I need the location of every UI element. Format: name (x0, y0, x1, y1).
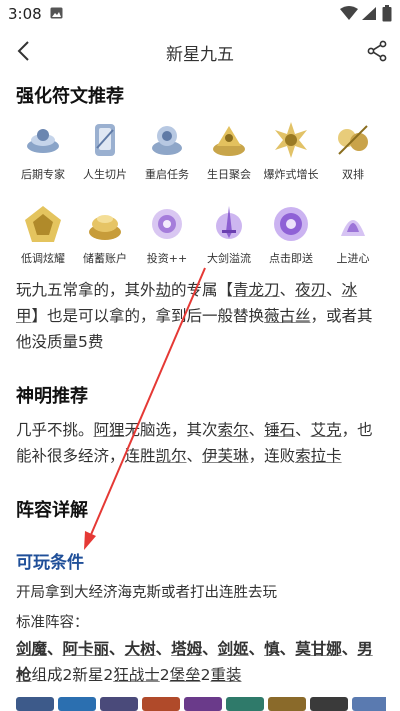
rune-item[interactable]: 爆炸式增长 (260, 118, 322, 182)
section-title-lineup: 阵容详解 (16, 500, 88, 521)
rune-label: 点击即送 (269, 252, 313, 265)
section-title-gods: 神明推荐 (16, 386, 88, 407)
duo-queue-icon (338, 125, 368, 155)
god-link[interactable]: 阿狸 (94, 421, 125, 439)
rune-item[interactable]: 人生切片 (74, 118, 136, 182)
standard-lineup-label: 标准阵容： (16, 615, 89, 631)
app-bar: 新星九五 (0, 28, 400, 74)
champion-thumbnail[interactable] (16, 697, 54, 711)
rune-label: 人生切片 (83, 168, 127, 181)
gods-recommendation-text: 几乎不挑。阿狸无脑选，其次索尔、锤石、艾克，也能补很多经济，连胜凯尔、伊芙琳，连… (16, 421, 373, 465)
birthday-party-icon (213, 126, 245, 156)
god-link[interactable]: 索尔 (218, 421, 249, 439)
ambition-icon (341, 220, 365, 236)
champion-thumbnail[interactable] (184, 697, 222, 711)
image-notification-icon (50, 7, 63, 19)
champion-link[interactable]: 塔姆 (171, 640, 202, 658)
champion-link[interactable]: 劫 (156, 281, 172, 299)
rune-item[interactable]: 储蓄账户 (74, 202, 136, 266)
trait-link[interactable]: 重装 (211, 666, 242, 684)
article-content: 强化符文推荐 后期专家 人生切片 重启任务 生日聚会 爆炸式增长 双排 低调炫耀… (0, 74, 400, 711)
rune-item[interactable]: 生日聚会 (198, 118, 260, 182)
rune-label: 投资++ (146, 252, 188, 265)
rune-label: 低调炫耀 (21, 252, 65, 265)
rune-label: 双排 (342, 168, 364, 181)
god-link[interactable]: 锤石 (264, 421, 295, 439)
rune-label: 重启任务 (145, 168, 189, 181)
playable-conditions-title: 可玩条件 (16, 553, 84, 573)
rune-item[interactable]: 双排 (322, 118, 384, 182)
standard-lineup-text: 剑魔、阿卡丽、大树、塔姆、剑姬、慎、莫甘娜、男枪组成2新星2狂战士2堡垒2重装 (16, 640, 373, 684)
rune-label: 大剑溢流 (207, 252, 251, 265)
life-slice-icon (95, 124, 115, 156)
champion-link[interactable]: 阿卡丽 (63, 640, 110, 658)
rune-label: 后期专家 (21, 168, 65, 181)
champion-thumbnail[interactable] (100, 697, 138, 711)
champion-link[interactable]: 慎 (264, 640, 280, 658)
rune-recommendation-text: 玩九五常拿的，其外劫的专属【青龙刀、夜刃、冰甲】也是可以拿的，拿到后一般替换薇古… (16, 281, 373, 351)
section-title-runes: 强化符文推荐 (16, 86, 124, 107)
rune-label: 爆炸式增长 (263, 168, 319, 181)
battery-icon (382, 5, 392, 22)
champion-thumbnail[interactable] (310, 697, 348, 711)
big-sword-icon (216, 206, 242, 239)
rune-item[interactable]: 大剑溢流 (198, 202, 260, 266)
rune-item[interactable]: 上进心 (322, 202, 384, 266)
champion-thumbnail[interactable] (142, 697, 180, 711)
rune-item[interactable]: 点击即送 (260, 202, 322, 266)
investment-icon (152, 209, 182, 239)
click-send-icon (274, 207, 308, 241)
low-key-show-icon (25, 206, 61, 242)
god-link[interactable]: 艾克 (311, 421, 342, 439)
item-link[interactable]: 青龙刀 (233, 281, 280, 299)
champion-link[interactable]: 大树 (125, 640, 156, 658)
trait-link[interactable]: 堡垒 (170, 666, 201, 684)
status-bar: 3:08 (0, 0, 400, 28)
rune-label: 上进心 (336, 252, 370, 265)
champion-thumbnail-row (16, 697, 386, 711)
wifi-icon (340, 6, 358, 20)
page-title: 新星九五 (166, 45, 234, 65)
rune-item[interactable]: 重启任务 (136, 118, 198, 182)
playable-conditions-text: 开局拿到大经济海克斯或者打出连胜去玩 (16, 585, 277, 601)
rune-item[interactable]: 投资++ (136, 202, 198, 266)
savings-account-icon (89, 215, 121, 240)
champion-thumbnail[interactable] (226, 697, 264, 711)
champion-link[interactable]: 薇古丝 (264, 307, 311, 325)
late-game-icon (27, 129, 59, 153)
share-icon[interactable] (366, 40, 388, 62)
god-link[interactable]: 索拉卡 (295, 447, 342, 465)
god-link[interactable]: 凯尔 (156, 447, 187, 465)
rune-label: 生日聚会 (207, 168, 251, 181)
rune-label: 储蓄账户 (83, 252, 127, 265)
champion-thumbnail[interactable] (58, 697, 96, 711)
rune-item[interactable]: 低调炫耀 (12, 202, 74, 266)
explosive-growth-icon (275, 122, 307, 158)
champion-link[interactable]: 剑姬 (218, 640, 249, 658)
rune-item[interactable]: 后期专家 (12, 118, 74, 182)
signal-icon (362, 7, 376, 20)
item-link[interactable]: 夜刃 (295, 281, 326, 299)
champion-link[interactable]: 剑魔 (16, 640, 47, 658)
god-link[interactable]: 伊芙琳 (202, 447, 249, 465)
restart-task-icon (152, 126, 182, 155)
status-time: 3:08 (8, 5, 42, 23)
champion-link[interactable]: 莫甘娜 (295, 640, 342, 658)
champion-thumbnail[interactable] (268, 697, 306, 711)
trait-link[interactable]: 狂战士 (113, 666, 160, 684)
champion-thumbnail[interactable] (352, 697, 386, 711)
